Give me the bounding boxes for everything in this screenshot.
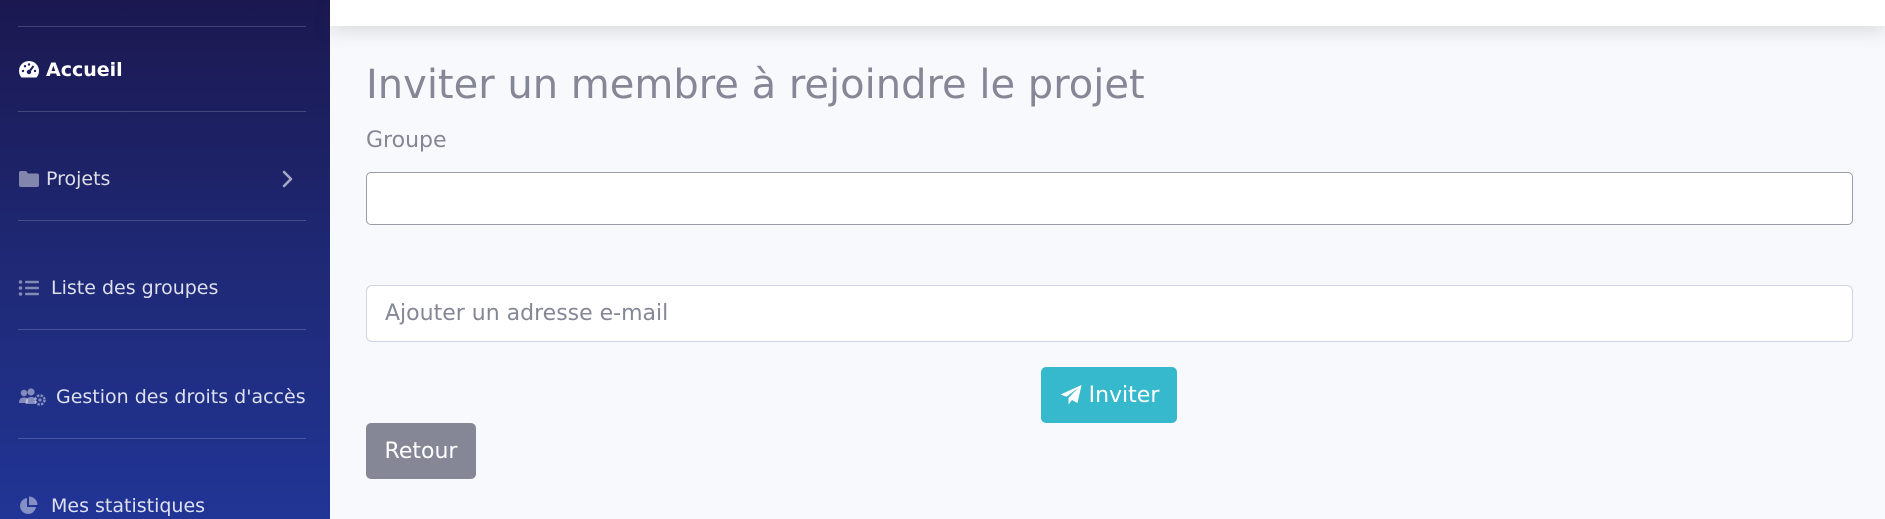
chevron-right-icon [276, 168, 298, 190]
invite-button[interactable]: Inviter [1041, 367, 1177, 423]
invite-button-label: Inviter [1088, 382, 1160, 408]
sidebar-item-label: Accueil [46, 59, 123, 81]
sidebar-item-label: Gestion des droits d'accès [56, 386, 306, 408]
list-icon [18, 274, 51, 302]
sidebar-divider [18, 111, 306, 112]
paper-plane-icon [1059, 384, 1083, 406]
pie-chart-icon [18, 492, 51, 519]
folder-icon [18, 165, 46, 193]
sidebar-item-label: Mes statistiques [51, 495, 206, 517]
sidebar-item-projets[interactable]: Projets [18, 159, 306, 199]
users-cog-icon [18, 383, 56, 411]
email-input[interactable] [366, 285, 1853, 342]
sidebar: Accueil Projets Liste des groupes Gestio… [0, 0, 330, 519]
group-select[interactable] [366, 172, 1853, 225]
back-button[interactable]: Retour [366, 423, 476, 479]
sidebar-divider [18, 329, 306, 330]
sidebar-item-label: Projets [46, 168, 111, 190]
group-label: Groupe [366, 128, 447, 153]
sidebar-item-liste-des-groupes[interactable]: Liste des groupes [18, 268, 306, 308]
sidebar-divider [18, 220, 306, 221]
tachometer-icon [18, 56, 46, 84]
sidebar-item-label: Liste des groupes [51, 277, 219, 299]
sidebar-divider [18, 438, 306, 439]
sidebar-item-mes-statistiques[interactable]: Mes statistiques [18, 486, 306, 519]
sidebar-divider [18, 26, 306, 27]
sidebar-item-gestion-des-droits[interactable]: Gestion des droits d'accès [18, 377, 306, 417]
topbar [330, 0, 1885, 26]
page-title: Inviter un membre à rejoindre le projet [366, 62, 1145, 108]
sidebar-item-accueil[interactable]: Accueil [18, 50, 306, 90]
main-content: Inviter un membre à rejoindre le projet … [330, 26, 1885, 519]
